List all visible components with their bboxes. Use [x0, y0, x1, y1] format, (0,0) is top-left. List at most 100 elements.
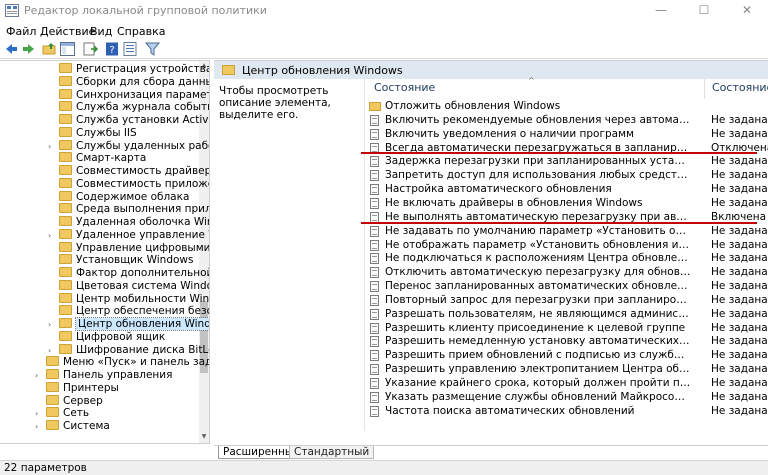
forward-arrow-icon[interactable]	[21, 42, 36, 56]
policy-row[interactable]: Не отображать параметр «Установить обнов…	[369, 239, 768, 252]
tree-item[interactable]: Совместимость драйверов и у	[48, 165, 209, 178]
policy-row[interactable]: Разрешить клиенту присоединение к целево…	[369, 322, 768, 335]
policy-row[interactable]: Разрешить прием обновлений с подписью из…	[369, 349, 768, 362]
tree-item[interactable]: Удаленная оболочка Windows	[48, 216, 209, 229]
policy-row[interactable]: Задержка перезагрузки при запланированны…	[369, 155, 768, 168]
policy-name: Указание крайнего срока, который должен …	[385, 377, 691, 389]
policy-row[interactable]: Не задавать по умолчанию параметр «Устан…	[369, 225, 768, 238]
tree-item[interactable]: Цифровой ящик	[48, 330, 165, 344]
policy-row[interactable]: Повторный запрос для перезагрузки при за…	[369, 294, 768, 307]
folder-icon	[369, 102, 381, 111]
tree-item-label: Служба установки ActiveX	[76, 114, 210, 126]
tree-item[interactable]: Служба журнала событий	[48, 101, 209, 114]
help-icon[interactable]: ?	[105, 42, 120, 56]
policy-row[interactable]: Перенос запланированных автоматических о…	[369, 280, 768, 293]
pane-divider	[364, 79, 365, 431]
tree-item[interactable]: Совместимость приложений	[48, 177, 209, 191]
menu-view[interactable]: Вид	[90, 25, 112, 38]
tree-item[interactable]: Службы IIS	[48, 126, 137, 140]
tree-item[interactable]: Центр мобильности Windows	[48, 292, 209, 306]
policy-row[interactable]: Не подключаться к расположениям Центра о…	[369, 252, 768, 265]
folder-icon	[59, 203, 72, 214]
tree-item[interactable]: Фактор дополнительной прове	[48, 267, 210, 280]
tree-item-label: Фактор дополнительной прове	[76, 267, 210, 279]
policy-row[interactable]: Включить рекомендуемые обновления через …	[369, 114, 768, 127]
tree-item[interactable]: › Удаленное управление Windov	[48, 228, 209, 242]
tree-item[interactable]: Сервер	[35, 394, 103, 408]
properties-icon[interactable]	[123, 42, 138, 56]
expand-chevron-icon[interactable]: ›	[35, 407, 43, 420]
export-list-icon[interactable]	[83, 42, 98, 56]
policy-row[interactable]: Частота поиска автоматических обновлений…	[369, 405, 768, 418]
policy-state: Не задана	[711, 335, 768, 348]
subfolder-row[interactable]: Отложить обновления Windows	[369, 100, 768, 113]
expand-chevron-icon[interactable]: ›	[48, 140, 56, 153]
folder-icon	[59, 165, 72, 175]
scroll-down-arrow-icon[interactable]: ▼	[199, 433, 209, 440]
minimize-button[interactable]: —	[640, 0, 682, 22]
menu-action[interactable]: Действие	[40, 25, 95, 38]
tree-item[interactable]: Среда выполнения приложен	[48, 203, 209, 216]
maximize-button[interactable]: ☐	[683, 0, 725, 22]
policy-row[interactable]: Разрешить управлению электропитанием Цен…	[369, 363, 768, 376]
expand-chevron-icon[interactable]: ›	[48, 318, 56, 331]
tree-item[interactable]: Содержимое облака	[48, 190, 189, 204]
tree-item[interactable]: Синхронизация параметров	[48, 88, 209, 102]
policy-row[interactable]: Разрешать пользователям, не являющимся а…	[369, 308, 768, 321]
tree-item[interactable]: Управление цифровыми прав	[48, 241, 210, 255]
policy-row[interactable]: Разрешить немедленную установку автомати…	[369, 335, 768, 348]
tree-item[interactable]: › Система	[35, 420, 110, 433]
tree-item-label: Регистрация устройства	[76, 63, 210, 75]
column-header-setting[interactable]: Состояние	[374, 81, 435, 99]
up-folder-icon[interactable]	[42, 42, 57, 56]
policy-row[interactable]: Указать размещение службы обновлений Май…	[369, 391, 768, 404]
column-separator[interactable]	[704, 79, 705, 99]
navigation-tree[interactable]: ▲ ▼ Регистрация устройства Сборки для сбо…	[0, 60, 210, 444]
tree-item[interactable]: Смарт-карта	[48, 152, 146, 165]
tree-item[interactable]: Центр обеспечения безопасно	[48, 305, 209, 318]
policy-setting-icon	[370, 281, 379, 293]
tree-item[interactable]: Цветовая система Windows Cc	[48, 279, 209, 293]
close-button[interactable]: ✕	[726, 0, 768, 22]
expand-chevron-icon[interactable]: ›	[35, 369, 43, 382]
expand-chevron-icon[interactable]: ›	[48, 229, 56, 242]
tree-item[interactable]: Установщик Windows	[48, 254, 193, 267]
tree-item[interactable]: › Панель управления	[35, 369, 172, 382]
folder-icon	[59, 292, 72, 303]
menu-file[interactable]: Файл	[6, 25, 36, 38]
policy-state: Не задана	[711, 280, 768, 293]
tree-item-label: Управление цифровыми прав	[76, 241, 210, 254]
menu-help[interactable]: Справка	[117, 25, 165, 38]
highlight-underline	[361, 152, 757, 154]
tree-item[interactable]: Меню «Пуск» и панель задач	[35, 356, 209, 369]
policy-state: Не задана	[711, 196, 768, 209]
tree-item-label: Сеть	[63, 407, 90, 420]
policy-row[interactable]: Запретить доступ для использования любых…	[369, 169, 768, 182]
expand-chevron-icon[interactable]: ›	[48, 344, 56, 357]
tree-item-label: Панель управления	[63, 369, 173, 381]
policy-state: Не задана	[711, 169, 768, 182]
column-header-state[interactable]: Состояние	[712, 81, 768, 99]
tree-item[interactable]: Принтеры	[35, 381, 119, 395]
tree-item[interactable]: Регистрация устройства	[48, 63, 210, 76]
tree-item[interactable]: › Центр обновления Windows	[48, 317, 209, 331]
tree-item[interactable]: › Шифрование диска BitLocker	[48, 343, 209, 357]
policy-row[interactable]: Настройка автоматического обновления Не з…	[369, 183, 768, 196]
tree-item-label: Центр обеспечения безопасно	[76, 305, 209, 318]
policy-row[interactable]: Включить уведомления о наличии программ Н…	[369, 128, 768, 141]
expand-chevron-icon[interactable]: ›	[35, 420, 43, 433]
highlight-underline	[361, 222, 757, 224]
policy-row[interactable]: Указание крайнего срока, который должен …	[369, 377, 768, 390]
policy-row[interactable]: Не включать драйверы в обновления Window…	[369, 197, 768, 210]
policy-row[interactable]: Отключить автоматическую перезагрузку дл…	[369, 266, 768, 279]
tree-item[interactable]: › Службы удаленных рабочих с	[48, 139, 209, 153]
policy-setting-icon	[370, 197, 379, 209]
tree-item[interactable]: Сборки для сбора данных и п	[48, 75, 209, 89]
tree-item[interactable]: Служба установки ActiveX	[48, 114, 210, 127]
show-hide-tree-icon[interactable]	[60, 42, 75, 56]
group-policy-app-icon	[5, 4, 19, 17]
back-arrow-icon[interactable]	[4, 42, 19, 56]
filter-icon[interactable]	[145, 42, 160, 56]
tree-item[interactable]: › Сеть	[35, 407, 89, 420]
tab-standard[interactable]: Стандартный	[289, 446, 375, 459]
